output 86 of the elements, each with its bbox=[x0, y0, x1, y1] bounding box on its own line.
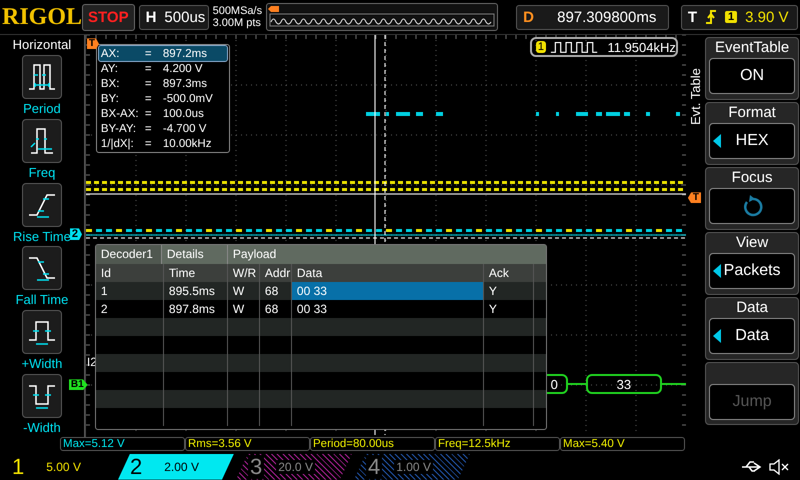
measurement-readout: Period=80.00us bbox=[310, 437, 435, 452]
readout-value: 10.00kHz bbox=[162, 138, 212, 150]
delay-value: 897.309800ms bbox=[557, 8, 656, 26]
softkey-title: Data bbox=[736, 298, 768, 318]
measurement-readout: Rms=3.56 V bbox=[185, 437, 310, 452]
readout-separator: = bbox=[144, 78, 153, 90]
table-row[interactable]: 1 895.5ms W 68 00 33 Y bbox=[96, 282, 546, 300]
speaker-muted-icon bbox=[768, 458, 790, 475]
run-stop-button[interactable]: STOP bbox=[82, 4, 135, 31]
readout-separator: = bbox=[144, 92, 153, 105]
table-cell[interactable]: 00 33 bbox=[292, 282, 484, 300]
menu-softkey[interactable]: EventTable ON bbox=[705, 37, 800, 100]
delay-display[interactable]: D 897.309800ms bbox=[516, 4, 669, 30]
measurement-readout: Freq=12.5kHz bbox=[435, 437, 560, 452]
trigger-source: 1 bbox=[725, 11, 738, 24]
menu-title: Horizontal bbox=[12, 36, 72, 54]
arrow-left-icon bbox=[713, 134, 722, 148]
table-tab[interactable]: Payload bbox=[228, 245, 546, 264]
table-cell[interactable]: Y bbox=[484, 282, 534, 300]
readout-value: -4.700 V bbox=[162, 122, 206, 135]
trigger-level: 3.90 V bbox=[745, 8, 789, 26]
softkey-title: Focus bbox=[732, 168, 773, 188]
readout-label: 1/|dX|: bbox=[100, 138, 135, 150]
channel-tab[interactable]: 4 1.00 V bbox=[354, 454, 470, 480]
softkey-value: Packets bbox=[724, 262, 781, 280]
readout-label: BY-AY: bbox=[100, 122, 138, 135]
softkey-value-field[interactable]: Packets bbox=[709, 253, 796, 290]
readout-separator: = bbox=[144, 108, 153, 120]
softkey-value-field[interactable]: Data bbox=[709, 318, 796, 354]
readout-separator: = bbox=[144, 62, 153, 75]
rising-edge-icon bbox=[705, 9, 718, 26]
measurement-readout: Max=5.40 V bbox=[560, 437, 685, 452]
bus-marker: B1 bbox=[68, 379, 88, 390]
usb-icon bbox=[740, 458, 762, 475]
side-tab-label: Evt. Table bbox=[688, 67, 703, 126]
trigger-position-marker: T bbox=[86, 38, 99, 50]
memory-depth: 3.00M pts bbox=[212, 17, 262, 30]
table-tab[interactable]: Decoder1 bbox=[96, 245, 162, 264]
table-cell[interactable]: W bbox=[228, 282, 260, 300]
menu-softkey[interactable]: Data Data bbox=[705, 297, 800, 360]
softkey-value: ON bbox=[740, 67, 764, 86]
rotate-knob-icon bbox=[741, 195, 764, 218]
delay-label: D bbox=[523, 8, 535, 26]
channel-tab[interactable]: 2 2.00 V bbox=[118, 454, 234, 480]
softkey-title: EventTable bbox=[715, 38, 790, 58]
softkey-title: Format bbox=[728, 103, 776, 124]
softkey-value: Data bbox=[735, 327, 769, 346]
trigger-display[interactable]: T 1 3.90 V bbox=[680, 4, 798, 30]
readout-value: -500.0mV bbox=[162, 92, 213, 105]
timebase-display[interactable]: H 500us bbox=[138, 4, 209, 30]
trigger-level-marker: T bbox=[688, 192, 701, 204]
readout-value: 4.200 V bbox=[162, 62, 203, 75]
softkey-value-field[interactable]: ON bbox=[709, 58, 796, 94]
readout-separator: = bbox=[144, 138, 153, 150]
readout-value: 100.0us bbox=[162, 108, 204, 120]
readout-label: AY: bbox=[100, 62, 119, 75]
channel-tab[interactable]: 3 20.0 V bbox=[236, 454, 352, 480]
table-cell[interactable]: 895.5ms bbox=[164, 282, 228, 300]
arrow-left-icon bbox=[713, 329, 722, 344]
sample-rate: 500MSa/s bbox=[212, 5, 262, 18]
readout-label: AX: bbox=[100, 48, 120, 60]
channel-marker: 2 bbox=[70, 228, 82, 240]
softkey-value: Jump bbox=[732, 393, 772, 412]
table-cell[interactable]: 1 bbox=[96, 282, 164, 300]
frequency-value: 11.9504kHz bbox=[607, 40, 676, 55]
measurement-readout: Max=5.12 V bbox=[60, 437, 185, 452]
menu-softkey[interactable]: View Packets bbox=[705, 232, 800, 296]
measure-menu-item[interactable]: Rise Time bbox=[13, 182, 71, 246]
softkey-title: View bbox=[736, 233, 768, 254]
timebase-label: H bbox=[146, 8, 156, 26]
readout-value: 897.3ms bbox=[162, 78, 207, 90]
readout-label: BX: bbox=[100, 78, 120, 90]
readout-value: 897.2ms bbox=[162, 48, 207, 60]
arrow-left-icon bbox=[713, 264, 722, 278]
readout-label: BY: bbox=[100, 92, 120, 105]
bus-packet: 33 bbox=[586, 374, 662, 394]
channel-badge: 1 bbox=[536, 41, 546, 54]
softkey-value: HEX bbox=[736, 132, 769, 150]
trigger-label: T bbox=[688, 8, 698, 26]
readout-label: BX-AX: bbox=[100, 108, 140, 120]
softkey-value-field[interactable]: HEX bbox=[709, 123, 796, 160]
menu-softkey[interactable]: Format HEX bbox=[705, 102, 800, 166]
menu-softkey[interactable]: Focus bbox=[705, 167, 800, 230]
readout-separator: = bbox=[144, 122, 153, 135]
timebase-value: 500us bbox=[164, 8, 206, 26]
readout-separator: = bbox=[144, 48, 153, 60]
